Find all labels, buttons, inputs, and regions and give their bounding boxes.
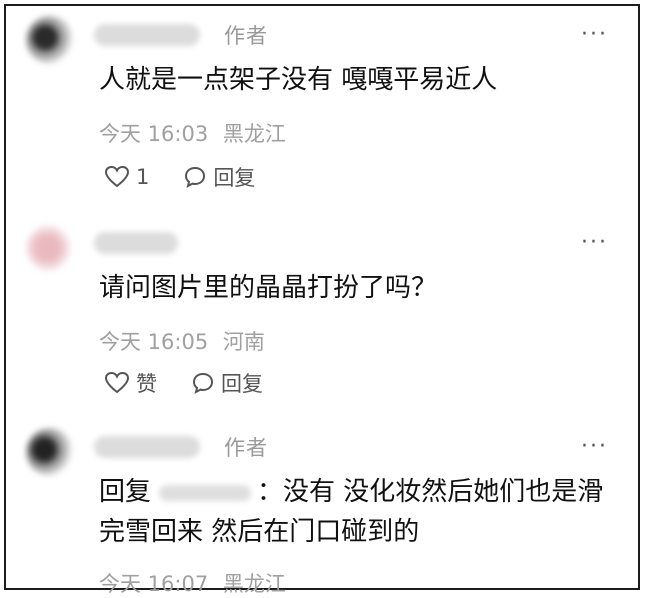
- comment-location: 黑龙江: [222, 122, 286, 146]
- comment-meta: 今天 16:05 河南: [99, 326, 273, 356]
- reply-prefix: 回复: [99, 477, 152, 507]
- like-button[interactable]: 赞: [104, 368, 157, 398]
- author-badge: 作者: [224, 24, 268, 48]
- comment-list: 作者 ··· 人就是一点架子没有 嘎嘎平易近人 今天 16:03 黑龙江 1 回…: [4, 4, 640, 596]
- avatar[interactable]: [26, 224, 74, 272]
- reply-label: 回复: [221, 372, 263, 396]
- like-count: 1: [136, 165, 150, 189]
- comment-text-part: ：没有 没化妆然后她们也是滑: [257, 477, 604, 507]
- more-icon[interactable]: ···: [581, 436, 608, 458]
- comment-text: 回复 ：没有 没化妆然后她们也是滑 完雪回来 然后在门口碰到的: [99, 472, 603, 552]
- comment-text-line: 回复 ：没有 没化妆然后她们也是滑: [99, 472, 603, 512]
- comment-actions: 赞 回复: [104, 368, 297, 398]
- comment-actions: 1 回复: [104, 162, 289, 192]
- avatar[interactable]: [26, 16, 74, 64]
- comment-text: 请问图片里的晶晶打扮了吗？: [99, 273, 438, 303]
- comment-meta: 今天 16:03 黑龙江: [99, 118, 294, 148]
- comment-bubble-icon: [185, 166, 206, 188]
- comment-meta: 今天 16:07 黑龙江: [99, 568, 294, 598]
- username-blurred[interactable]: [94, 232, 178, 254]
- comment-location: 黑龙江: [222, 572, 286, 596]
- like-button[interactable]: 1: [104, 165, 149, 189]
- comment-time: 今天 16:03: [99, 122, 209, 146]
- comment-time: 今天 16:05: [99, 330, 209, 354]
- reply-label: 回复: [213, 166, 256, 190]
- comment-bubble-icon: [192, 372, 214, 394]
- author-badge: 作者: [224, 436, 268, 460]
- like-label: 赞: [136, 372, 157, 396]
- comment-location: 河南: [222, 330, 265, 354]
- heart-icon: [104, 371, 130, 394]
- heart-icon: [104, 165, 130, 188]
- more-icon[interactable]: ···: [581, 232, 608, 254]
- replied-username-blurred[interactable]: [159, 484, 252, 501]
- comment-time: 今天 16:07: [99, 572, 209, 596]
- reply-button[interactable]: 回复: [183, 162, 255, 192]
- username-blurred[interactable]: [94, 436, 200, 458]
- more-icon[interactable]: ···: [581, 24, 608, 46]
- username-blurred[interactable]: [94, 24, 200, 46]
- comment-text: 人就是一点架子没有 嘎嘎平易近人: [99, 65, 498, 95]
- avatar[interactable]: [26, 428, 74, 476]
- reply-button[interactable]: 回复: [191, 368, 263, 398]
- comment-text-line: 完雪回来 然后在门口碰到的: [99, 517, 420, 547]
